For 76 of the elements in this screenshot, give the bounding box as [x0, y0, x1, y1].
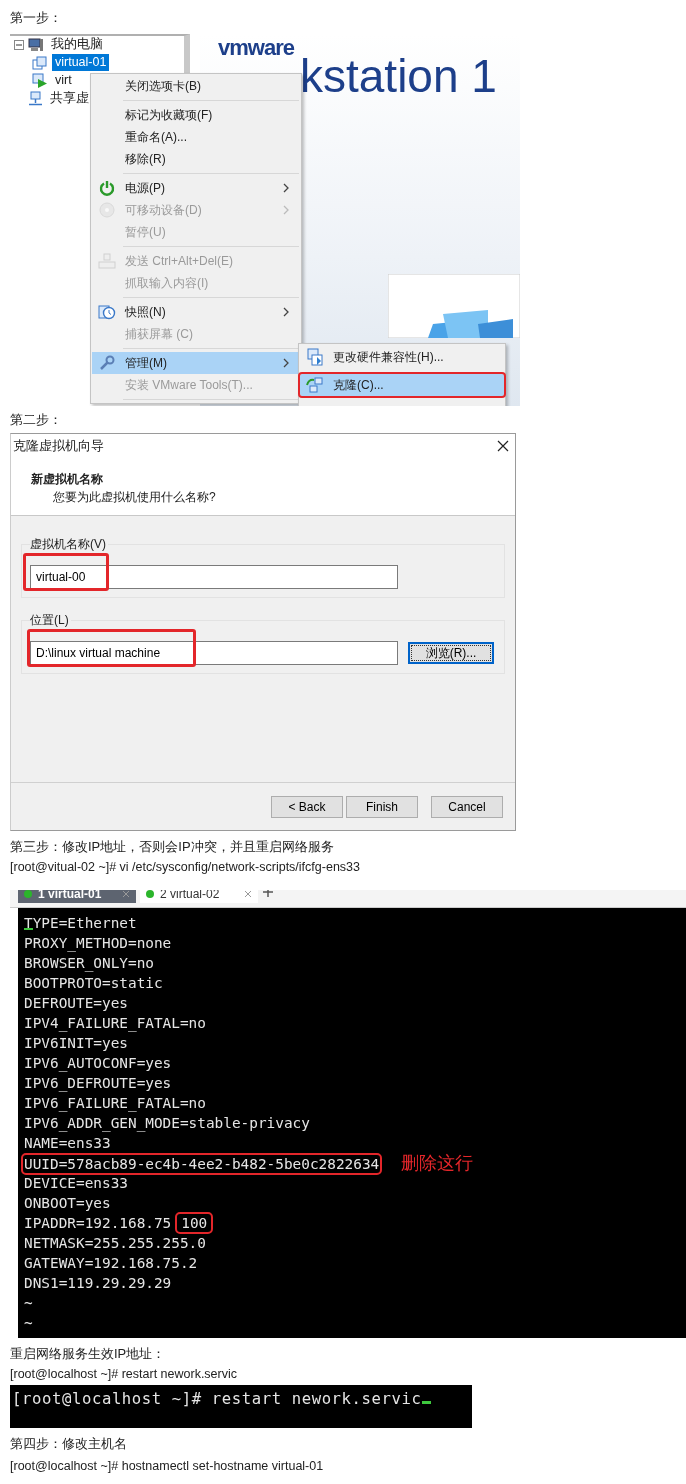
- terminal-line: DEVICE=ens33: [24, 1175, 128, 1191]
- terminal-line: DEFROUTE=yes: [24, 995, 128, 1011]
- terminal-line: BROWSER_ONLY=no: [24, 955, 154, 971]
- terminal-line: IPV6_FAILURE_FATAL=no: [24, 1095, 206, 1111]
- play-window-icon: [32, 73, 48, 88]
- close-icon: [122, 890, 130, 898]
- terminal-tab[interactable]: 2 virtual-02: [140, 890, 258, 903]
- logo: vmware: [218, 35, 296, 60]
- step-heading: 第四步：修改主机名: [10, 1435, 127, 1453]
- dialog-heading: 新虚拟机名称: [31, 471, 104, 488]
- input-field[interactable]: D:\linux virtual machine: [30, 641, 398, 665]
- dialog-subtitle: 您要为此虚拟机使用什么名称?: [52, 489, 217, 506]
- field-label: 位置(L): [30, 612, 71, 628]
- collapse-icon[interactable]: [14, 39, 24, 50]
- terminal-line: [root@localhost ~]# restart nework.servic: [12, 1390, 422, 1408]
- hardware-icon: [306, 347, 324, 366]
- terminal-line: DNS1=119.29.29.29: [24, 1275, 172, 1291]
- dialog-button[interactable]: Finish: [346, 795, 418, 818]
- tree-item[interactable]: virtual-01: [52, 54, 110, 71]
- window-icon: [32, 55, 48, 70]
- tree-item[interactable]: virt: [52, 72, 75, 89]
- terminal-line: NETMASK=255.255.255.0: [24, 1235, 206, 1251]
- terminal-line: IPADDR=192.168.75: [24, 1215, 172, 1231]
- product-title: kstation 1: [300, 53, 498, 98]
- terminal-tab[interactable]: 1 virtual-01: [18, 890, 136, 903]
- menu-item[interactable]: 关闭选项卡(B): [92, 74, 300, 97]
- menu-item[interactable]: 管理(M): [92, 351, 300, 374]
- terminal-line: BOOTPROTO=static: [24, 975, 163, 991]
- dialog-button[interactable]: < Back: [271, 795, 343, 818]
- menu-item[interactable]: 重命名(A)...: [92, 125, 300, 148]
- status-dot-icon: [24, 890, 32, 898]
- terminal-line: ~: [24, 1315, 33, 1331]
- computer-icon: [28, 37, 44, 52]
- status-dot-icon: [146, 890, 154, 898]
- terminal-line: TYPE=Ethernet: [24, 915, 137, 931]
- menu-item[interactable]: 更改硬件兼容性(H)...: [300, 345, 504, 368]
- terminal-line: NAME=ens33: [24, 1135, 111, 1151]
- close-icon: [244, 890, 252, 898]
- tree-item[interactable]: 我的电脑: [48, 36, 106, 53]
- annotation-text: 删除这行: [401, 1153, 474, 1173]
- terminal-line: ~: [24, 1295, 33, 1311]
- terminal-line: PROXY_METHOD=none: [24, 935, 172, 951]
- tree-item[interactable]: 共享虚: [47, 90, 92, 107]
- menu-item[interactable]: 克隆(C)...: [300, 373, 504, 396]
- dialog-button[interactable]: Cancel: [431, 795, 503, 818]
- step-heading: 第三步：修改IP地址，否则会IP冲突，并且重启网络服务: [10, 838, 334, 856]
- command-text: [root@vitual-02 ~]# vi /etc/sysconfig/network-scripts/ifcfg-ens33: [10, 858, 360, 876]
- highlighted-text: 100: [178, 1215, 211, 1231]
- terminal-line: IPV4_FAILURE_FATAL=no: [24, 1015, 206, 1031]
- close-icon[interactable]: [497, 440, 509, 452]
- menu-item[interactable]: 标记为收藏项(F): [92, 103, 300, 126]
- disc-icon: [99, 201, 115, 218]
- terminal-line: IPV6_AUTOCONF=yes: [24, 1055, 172, 1071]
- terminal-line: ONBOOT=yes: [24, 1195, 111, 1211]
- command-text: [root@localhost ~]# restart nework.servic: [10, 1365, 237, 1383]
- network-icon: [28, 91, 43, 106]
- menu-item[interactable]: 快照(N): [92, 300, 300, 323]
- step-heading: 重启网络服务生效IP地址：: [10, 1345, 166, 1363]
- browse-button[interactable]: 浏览(R)...: [408, 642, 494, 664]
- command-text: [root@localhost ~]# hostnamectl set-hostname virtual-01: [10, 1457, 324, 1475]
- terminal-line: GATEWAY=192.168.75.2: [24, 1255, 198, 1271]
- menu-item[interactable]: 移除(R): [92, 147, 300, 170]
- step-heading: 第一步：: [10, 9, 62, 27]
- field-label: 虚拟机名称(V): [30, 536, 108, 552]
- power-icon: [99, 179, 115, 196]
- window-title: 克隆虚拟机向导: [13, 437, 104, 456]
- step-heading: 第二步：: [10, 410, 62, 429]
- clone-icon: [306, 376, 324, 393]
- terminal-line: IPV6INIT=yes: [24, 1035, 128, 1051]
- menu-item[interactable]: 电源(P): [92, 176, 300, 199]
- input-field[interactable]: virtual-00: [30, 565, 398, 589]
- terminal-line: IPV6_ADDR_GEN_MODE=stable-privacy: [24, 1115, 310, 1131]
- terminal-line: IPV6_DEFROUTE=yes: [24, 1075, 172, 1091]
- terminal-line: UUID=578acb89-ec4b-4ee2-b482-5be0c2822634: [24, 1156, 380, 1172]
- keyboard-icon: [98, 252, 116, 269]
- clock-icon: [98, 303, 116, 320]
